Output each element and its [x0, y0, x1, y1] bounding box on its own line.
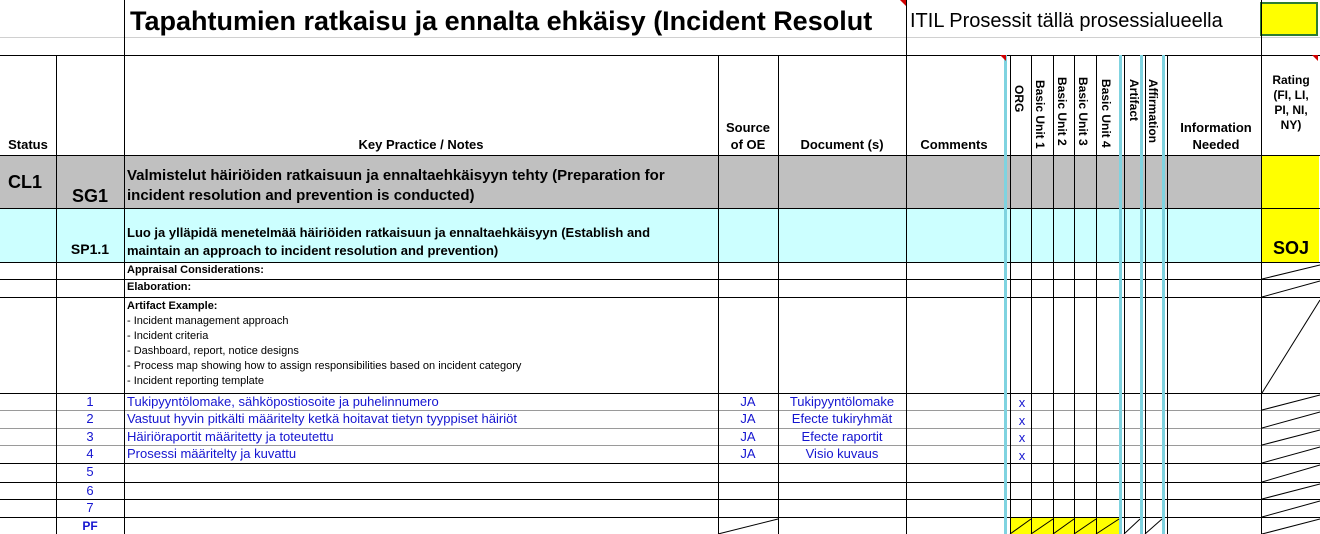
title-yellow-cell[interactable] [1260, 2, 1318, 36]
row-num-4: 4 [86, 446, 94, 461]
header-org: ORG [1012, 85, 1026, 113]
elaboration-label: Elaboration: [127, 281, 192, 293]
cl1-id: SG1 [71, 186, 109, 206]
header-artifact: Artifact [1127, 79, 1141, 122]
pf-label: PF [82, 519, 98, 533]
itil-label: ITIL Prosessit tällä prosessialueella [910, 10, 1223, 32]
row-text-7[interactable] [127, 500, 717, 517]
row-source-1[interactable]: JA [718, 394, 778, 411]
row-text-6[interactable] [127, 483, 717, 500]
header-document: Document (s) [800, 137, 884, 152]
artifact-example: Artifact Example: - Incident management … [127, 300, 522, 387]
header-comments: Comments [920, 137, 988, 152]
sp-rating[interactable]: SOJ [1262, 238, 1320, 262]
row-text-2[interactable]: Vastuut hyvin pitkälti määritelty ketkä … [127, 411, 717, 428]
row-text-3[interactable]: Häiriöraportit määritetty ja toteutettu [127, 429, 717, 446]
header-unit3: Basic Unit 3 [1076, 77, 1090, 146]
row-doc-4[interactable]: Visio kuvaus [778, 446, 906, 463]
row-source-4[interactable]: JA [718, 446, 778, 463]
header-key-practice: Key Practice / Notes [358, 137, 484, 152]
row-num-1: 1 [86, 394, 94, 409]
row-text-5[interactable] [127, 464, 717, 481]
row-doc-3[interactable]: Efecte raportit [778, 429, 906, 446]
row-num-6: 6 [86, 483, 94, 498]
row-num-7: 7 [86, 500, 94, 515]
header-source: Source of OE [725, 120, 771, 152]
pf-yellow-cells[interactable] [1010, 518, 1120, 534]
header-affirmation: Affirmation [1146, 79, 1160, 143]
header-unit4: Basic Unit 4 [1099, 79, 1113, 148]
cl1-text: Valmistelut häiriöiden ratkaisuun ja enn… [127, 167, 665, 204]
row-text-4[interactable]: Prosessi määritelty ja kuvattu [127, 446, 717, 463]
row-source-3[interactable]: JA [718, 429, 778, 446]
header-unit2: Basic Unit 2 [1055, 77, 1069, 146]
header-status: Status [8, 137, 48, 152]
row-doc-2[interactable]: Efecte tukiryhmät [778, 411, 906, 428]
row-source-2[interactable]: JA [718, 411, 778, 428]
sp-id: SP1.1 [70, 241, 110, 257]
sp-text: Luo ja ylläpidä menetelmää häiriöiden ra… [127, 225, 651, 258]
row-doc-1[interactable]: Tukipyyntölomake [778, 394, 906, 411]
appraisal-label: Appraisal Considerations: [127, 264, 264, 276]
spreadsheet: Tapahtumien ratkaisu ja ennalta ehkäisy … [0, 0, 1320, 534]
row-text-1[interactable]: Tukipyyntölomake, sähköpostiosoite ja pu… [127, 394, 717, 411]
row-num-2: 2 [86, 411, 94, 426]
row-num-3: 3 [86, 429, 94, 444]
header-rating: Rating (FI, LI, PI, NI, NY) [1272, 73, 1310, 132]
row-num-5: 5 [86, 464, 94, 479]
cl1-status: CL1 [8, 172, 43, 192]
header-information: Information Needed [1180, 120, 1252, 152]
header-unit1: Basic Unit 1 [1033, 80, 1047, 149]
